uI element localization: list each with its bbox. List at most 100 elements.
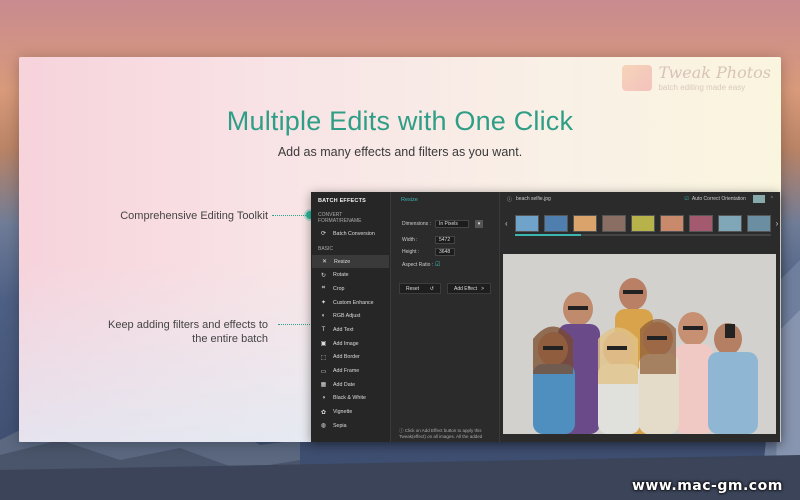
thumbnail[interactable] [746,214,771,232]
width-input[interactable]: 5472 [435,235,455,244]
bw-icon: ◑ [321,395,326,402]
sidebar-item-label: Add Border [333,354,360,361]
sidebar-item-batch-conversion[interactable]: ⟳ Batch Conversion [311,227,390,241]
sidebar-item-add-image[interactable]: ▣ Add Image [311,337,390,351]
vignette-icon: ✿ [320,409,327,416]
sidebar-item-label: Add Frame [333,368,360,375]
file-name: beach selfie.jpg [516,196,551,202]
thumbnail[interactable] [688,214,713,232]
rotate-icon: ↻ [320,272,327,279]
tab-resize[interactable]: Resize [392,192,499,208]
auto-orient-checkbox[interactable]: ☑ [684,196,688,202]
sepia-icon: ◍ [320,423,327,430]
info-icon: ⓘ [507,196,513,203]
thumbnail[interactable] [659,214,684,232]
sidebar-item-crop[interactable]: ⌗ Crop [311,282,390,296]
aspect-ratio-row: Aspect Ratio : ☑ [392,259,499,272]
sidebar-item-label: Add Image [333,340,359,347]
sidebar-item-add-frame[interactable]: ▭ Add Frame [311,364,390,378]
photo-preview [503,254,776,434]
logo-icon [622,64,653,91]
chevron-right-icon[interactable]: › [776,219,779,228]
effects-sidebar: BATCH EFFECTS CONVERT FORMAT/RENAME ⟳ Ba… [311,192,391,442]
crop-icon: ⌗ [321,285,326,292]
sidebar-section-basic: BASIC [318,245,334,252]
sidebar-item-label: Add Date [333,381,356,388]
dimensions-row: Dimensions : In Pixels ▾ [392,218,499,231]
frame-icon: ▭ [320,368,327,375]
image-icon: ▣ [320,341,327,348]
chevron-up-icon[interactable]: ⌃ [770,196,774,202]
logo-tagline: batch editing made easy [658,83,746,92]
thumbnail[interactable] [514,214,539,232]
sidebar-item-label: Add Text [333,326,354,333]
sidebar-item-label: Crop [333,285,345,292]
date-icon: ▦ [320,382,327,389]
sidebar-item-add-date[interactable]: ▦ Add Date [311,378,390,392]
sidebar-item-rgb-adjust[interactable]: ◐ RGB Adjust [311,309,390,323]
preview-toolbar: ⓘ beach selfie.jpg ☑ Auto Correct Orient… [501,192,780,206]
page-subtitle: Add as many effects and filters as you w… [277,145,523,159]
callout-batch: Keep adding filters and effects to the e… [40,318,268,346]
add-effect-label: Add Effect [454,285,477,292]
chevron-down-icon[interactable]: ▾ [475,220,483,229]
height-row: Height : 3648 [392,246,499,259]
thumbnail[interactable] [717,214,742,232]
text-icon: T [321,326,326,333]
sidebar-header: BATCH EFFECTS [318,198,367,204]
sidebar-item-black-white[interactable]: ◑ Black & White [311,392,390,406]
sidebar-item-label: Sepia [333,422,347,429]
sidebar-section-convert: CONVERT FORMAT/RENAME [318,212,362,224]
brand-logo: Tweak Photos batch editing made easy [622,63,771,92]
aspect-ratio-label: Aspect Ratio : [402,261,434,268]
chevron-left-icon[interactable]: ‹ [505,219,508,228]
sidebar-item-label: Custom Enhance [333,299,374,306]
callout-batch-line1: Keep adding filters and effects to [107,319,268,331]
dimensions-select[interactable]: In Pixels [435,220,469,229]
height-input[interactable]: 3648 [435,248,455,257]
width-row: Width : 5472 [392,234,499,247]
sidebar-item-resize[interactable]: ✕ Resize [312,254,389,269]
thumbnail[interactable] [630,214,655,232]
sidebar-item-add-text[interactable]: T Add Text [311,323,390,337]
reset-button[interactable]: Reset ↺ [399,283,441,294]
aspect-ratio-checkbox[interactable]: ☑ [435,261,440,268]
sidebar-item-sepia[interactable]: ◍ Sepia [311,419,390,433]
dimensions-label: Dimensions : [402,221,431,228]
border-icon: ⬚ [320,354,327,361]
info-note: ⓘ Click on Add Effect button to apply th… [399,428,499,440]
chevron-right-icon: > [481,285,484,292]
effect-settings-panel: Resize Dimensions : In Pixels ▾ Width : … [392,192,500,442]
thumbnail-scroll-progress [515,234,581,236]
sidebar-item-add-border[interactable]: ⬚ Add Border [311,351,390,365]
batch-icon: ⟳ [320,231,327,238]
thumbnail-scroll-track[interactable] [581,234,771,236]
enhance-icon: ✦ [320,300,327,307]
undo-icon: ↺ [429,285,434,292]
sidebar-item-label: Black & White [333,395,366,402]
rgb-icon: ◐ [321,313,326,320]
callout-batch-line2: the entire batch [192,333,268,345]
thumbnail[interactable] [572,214,597,232]
page-title: Multiple Edits with One Click [226,106,574,136]
current-thumbnail[interactable] [752,195,765,203]
sidebar-item-label: Vignette [333,409,353,416]
sidebar-item-label: Batch Conversion [333,230,375,237]
group-selfie-photo [503,254,776,434]
info-note-text: Click on Add Effect button to apply this… [399,428,483,439]
callout-connector [272,215,308,216]
logo-title: Tweak Photos [658,63,771,82]
sidebar-item-vignette[interactable]: ✿ Vignette [311,405,390,419]
thumbnail[interactable] [601,214,626,232]
thumbnail[interactable] [543,214,568,232]
resize-icon: ✕ [321,259,328,266]
sidebar-item-label: Resize [334,258,351,265]
auto-orient-label: Auto Correct Orientation [691,196,746,202]
sidebar-item-rotate[interactable]: ↻ Rotate [311,268,390,282]
add-effect-button[interactable]: Add Effect > [447,283,491,294]
sidebar-item-label: Rotate [333,272,349,279]
width-label: Width : [402,236,418,243]
sidebar-item-custom-enhance[interactable]: ✦ Custom Enhance [311,296,390,310]
sidebar-item-label: RGB Adjust [333,313,361,320]
callout-toolkit: Comprehensive Editing Toolkit [120,210,268,222]
